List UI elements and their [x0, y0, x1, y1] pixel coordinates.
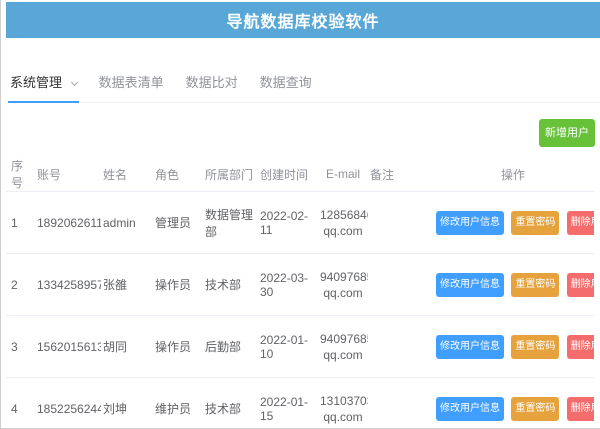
cell-email: 1285684646@qq.com	[318, 192, 368, 254]
reset-password-button[interactable]: 重置密码	[511, 273, 559, 297]
cell-role: 操作员	[153, 316, 203, 378]
cell-account: 13342589575	[35, 254, 101, 316]
app-window: 导航数据库校验软件 系统管理 数据表清单 数据比对 数据查询 新增用户 序号账号…	[0, 0, 600, 429]
nav-tab-label: 数据比对	[186, 75, 238, 90]
cell-department: 技术部	[203, 378, 258, 429]
column-header: E-mail	[318, 157, 368, 192]
toolbar: 新增用户	[6, 119, 595, 147]
cell-account: 18522562445	[35, 378, 101, 429]
cell-remark	[368, 254, 432, 316]
column-header: 创建时间	[258, 157, 318, 192]
cell-created: 2022-02-11	[258, 192, 318, 254]
cell-no: 1	[6, 192, 35, 254]
table-row: 3 15620156131 胡同 操作员 后勤部 2022-01-10 9409…	[6, 316, 594, 378]
cell-role: 维护员	[153, 378, 203, 429]
users-table: 序号账号姓名角色所属部门创建时间E-mail备注操作 1 18920626110…	[6, 157, 594, 429]
cell-remark	[368, 316, 432, 378]
delete-user-button[interactable]: 删除用户	[567, 273, 594, 297]
cell-department: 后勤部	[203, 316, 258, 378]
users-table-body: 1 18920626110 admin 管理员 数据管理部 2022-02-11…	[6, 192, 594, 429]
edit-user-button[interactable]: 修改用户信息	[436, 273, 504, 297]
cell-created: 2022-03-30	[258, 254, 318, 316]
nav-tab-2[interactable]: 数据表清单	[97, 64, 166, 102]
cell-department: 数据管理部	[203, 192, 258, 254]
cell-actions: 修改用户信息 重置密码 删除用户	[432, 192, 594, 254]
delete-user-button[interactable]: 删除用户	[567, 397, 594, 421]
delete-user-button[interactable]: 删除用户	[567, 211, 594, 235]
nav-tab-4[interactable]: 数据查询	[258, 64, 314, 102]
cell-remark	[368, 378, 432, 429]
cell-no: 4	[6, 378, 35, 429]
cell-name: 刘坤	[101, 378, 153, 429]
app-title: 导航数据库校验软件	[226, 8, 379, 32]
column-header: 备注	[368, 157, 432, 192]
table-header-row: 序号账号姓名角色所属部门创建时间E-mail备注操作	[6, 157, 594, 192]
reset-password-button[interactable]: 重置密码	[511, 211, 559, 235]
nav-tab-label: 系统管理	[10, 75, 62, 90]
table-row: 1 18920626110 admin 管理员 数据管理部 2022-02-11…	[6, 192, 594, 254]
cell-name: 张雒	[101, 254, 153, 316]
cell-email: 940976854@qq.com	[318, 316, 368, 378]
cell-actions: 修改用户信息 重置密码 删除用户	[432, 378, 594, 429]
cell-no: 3	[6, 316, 35, 378]
cell-created: 2022-01-10	[258, 316, 318, 378]
cell-actions: 修改用户信息 重置密码 删除用户	[432, 316, 594, 378]
nav-tabs: 系统管理 数据表清单 数据比对 数据查询	[8, 64, 600, 103]
column-header: 账号	[35, 157, 101, 192]
column-header: 角色	[153, 157, 203, 192]
cell-department: 技术部	[203, 254, 258, 316]
nav-tab-label: 数据表清单	[99, 75, 164, 90]
cell-name: admin	[101, 192, 153, 254]
nav-tab-1[interactable]: 系统管理	[8, 64, 79, 102]
cell-no: 2	[6, 254, 35, 316]
cell-name: 胡同	[101, 316, 153, 378]
table-row: 2 13342589575 张雒 操作员 技术部 2022-03-30 9409…	[6, 254, 594, 316]
app-header: 导航数据库校验软件	[6, 2, 600, 38]
edit-user-button[interactable]: 修改用户信息	[436, 397, 504, 421]
nav-tab-label: 数据查询	[260, 75, 312, 90]
cell-role: 操作员	[153, 254, 203, 316]
reset-password-button[interactable]: 重置密码	[511, 335, 559, 359]
reset-password-button[interactable]: 重置密码	[511, 397, 559, 421]
cell-email: 1310370368@qq.com	[318, 378, 368, 429]
nav-tab-3[interactable]: 数据比对	[184, 64, 240, 102]
column-header: 姓名	[101, 157, 153, 192]
cell-role: 管理员	[153, 192, 203, 254]
cell-created: 2022-01-15	[258, 378, 318, 429]
edit-user-button[interactable]: 修改用户信息	[436, 335, 504, 359]
cell-email: 940976854@qq.com	[318, 254, 368, 316]
cell-actions: 修改用户信息 重置密码 删除用户	[432, 254, 594, 316]
column-header: 操作	[432, 157, 594, 192]
cell-remark	[368, 192, 432, 254]
column-header: 所属部门	[203, 157, 258, 192]
delete-user-button[interactable]: 删除用户	[567, 335, 594, 359]
cell-account: 15620156131	[35, 316, 101, 378]
column-header: 序号	[6, 157, 35, 192]
edit-user-button[interactable]: 修改用户信息	[436, 211, 504, 235]
chevron-down-icon	[71, 79, 78, 86]
add-user-button[interactable]: 新增用户	[539, 119, 595, 147]
table-row: 4 18522562445 刘坤 维护员 技术部 2022-01-15 1310…	[6, 378, 594, 429]
cell-account: 18920626110	[35, 192, 101, 254]
